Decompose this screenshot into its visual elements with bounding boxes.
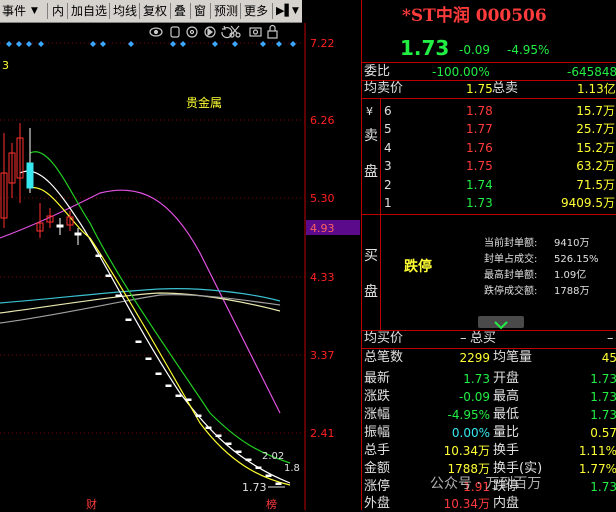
svg-text:4.33: 4.33 [310, 271, 335, 284]
wei-cha-value: -645848 [567, 65, 616, 79]
price-change-pct: -4.95% [507, 43, 550, 57]
svg-text:6.26: 6.26 [310, 114, 335, 127]
sell-side-label: 卖 [364, 128, 378, 144]
finance-marker[interactable]: 财 [86, 497, 97, 510]
toolbar-window-button[interactable]: 窗 [194, 3, 206, 19]
avg-sell-label: 均卖价 [364, 81, 404, 96]
toolbar-inner-button[interactable]: 内 [52, 3, 64, 19]
quote-panel: *ST中润 000506 1.73 -0.09 -4.95% 委比 -100.0… [361, 0, 616, 511]
buy-side-label: 买 [364, 248, 378, 264]
total-buy-value: – [607, 331, 614, 346]
target-icon[interactable] [186, 26, 198, 38]
total-sell-value: 1.13亿 [577, 82, 616, 96]
total-buy-label: 总买 [470, 331, 497, 346]
avg-buy-value: – [460, 331, 467, 346]
svg-text:7.22: 7.22 [310, 37, 335, 50]
watermark: 公众号 · 万到百万 [430, 476, 542, 492]
corner-label: 3 [2, 59, 9, 72]
chart-toolbar: 事件 ▼ 内 加自选 均线 复权 叠 窗 预测 更多 ▶▌ ▼ [0, 0, 302, 23]
eye-icon[interactable] [149, 27, 163, 37]
price-axis: 7.22 6.26 5.30 4.33 3.37 2.41 [310, 37, 335, 440]
wei-bi-value: -100.00% [432, 65, 490, 79]
play-icon[interactable]: ▶▌ [276, 3, 293, 19]
lock-icon[interactable] [267, 24, 278, 39]
hand-icon[interactable] [170, 26, 180, 38]
signal-markers [6, 41, 296, 47]
low-label-1: 2.02 [262, 451, 284, 462]
expand-button[interactable] [478, 316, 524, 330]
sector-label: 贵金属 [186, 95, 222, 110]
camera-icon[interactable] [249, 27, 262, 37]
play-circle-icon[interactable] [204, 26, 216, 38]
price-change: -0.09 [459, 43, 491, 57]
toolbar-adjust-button[interactable]: 复权 [143, 3, 167, 19]
toolbar-ma-button[interactable]: 均线 [113, 3, 137, 19]
ranking-marker[interactable]: 榜 [266, 497, 277, 510]
toolbar-more-button[interactable]: 更多 [244, 3, 268, 19]
svg-text:5.30: 5.30 [310, 192, 335, 205]
avg-sell-value: 1.75 [466, 82, 493, 96]
svg-text:2.41: 2.41 [310, 427, 335, 440]
low-price-marker: 1.73 [242, 481, 267, 494]
chevron-down-icon[interactable]: ▼ [31, 3, 38, 19]
svg-text:4.93: 4.93 [310, 222, 335, 235]
kline-chart[interactable]: 3 贵金属 1.73 2.02 1.8 财 榜 7.22 6.26 5.30 4… [0, 23, 360, 510]
toolbar-overlay-button[interactable]: 叠 [174, 3, 186, 19]
avg-buy-label: 均买价 [364, 331, 404, 346]
last-price: 1.73 [400, 36, 450, 60]
wei-bi-label: 委比 [364, 64, 391, 79]
toolbar-add-watchlist-button[interactable]: 加自选 [71, 3, 107, 19]
toolbar-forecast-button[interactable]: 预测 [214, 3, 238, 19]
stock-title: *ST中润 000506 [402, 6, 547, 26]
limit-down-status: 跌停 [404, 259, 432, 275]
total-sell-label: 总卖 [492, 81, 519, 96]
chevron-down-icon[interactable]: ▼ [292, 3, 299, 19]
chart-tool-icons [149, 24, 278, 39]
toolbar-event-button[interactable]: 事件 [2, 3, 26, 19]
low-label-2: 1.8 [284, 463, 300, 474]
svg-text:3.37: 3.37 [310, 349, 335, 362]
